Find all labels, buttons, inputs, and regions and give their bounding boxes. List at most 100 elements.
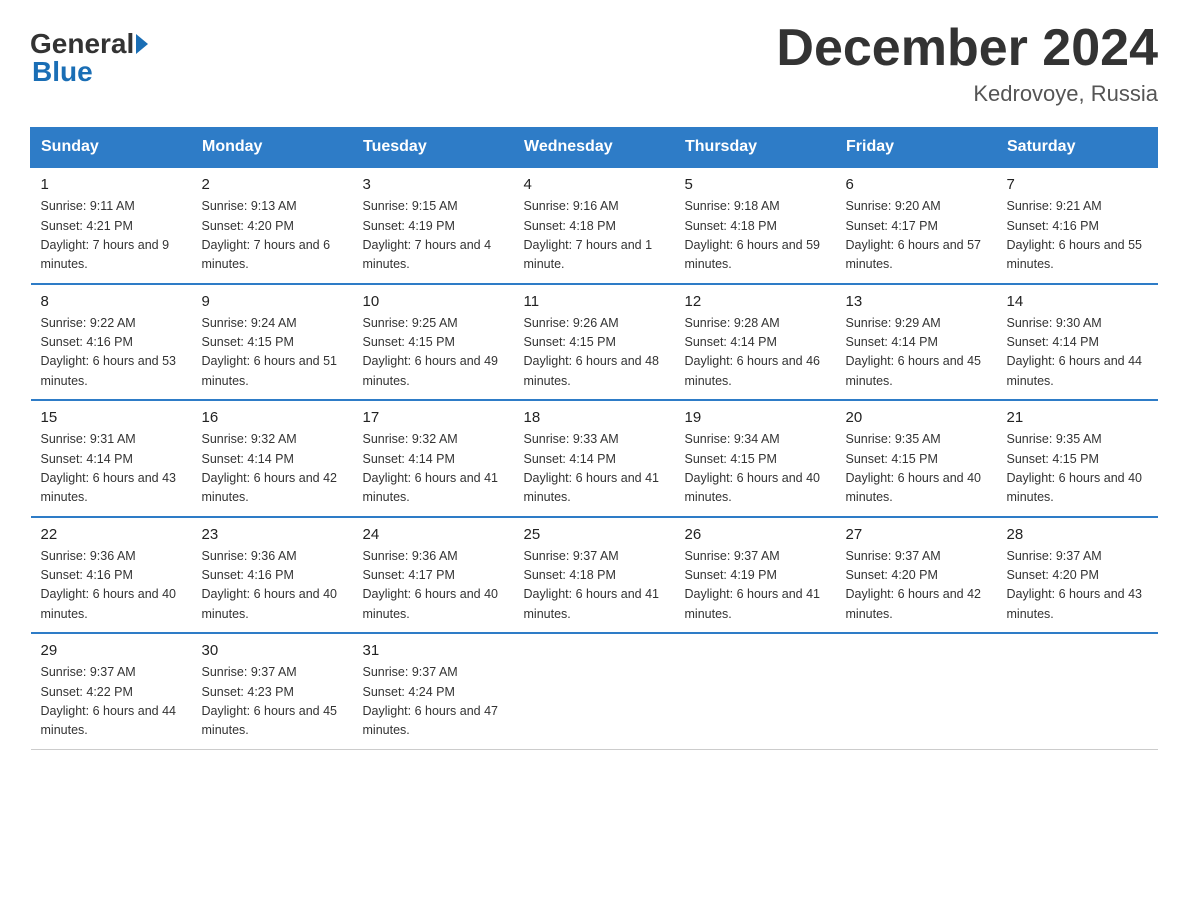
col-header-saturday: Saturday [997,128,1158,168]
day-info: Sunrise: 9:18 AMSunset: 4:18 PMDaylight:… [685,197,826,275]
day-number: 12 [685,293,826,310]
calendar-cell: 22 Sunrise: 9:36 AMSunset: 4:16 PMDayligh… [31,517,192,634]
day-info: Sunrise: 9:37 AMSunset: 4:20 PMDaylight:… [1007,547,1148,625]
day-number: 10 [363,293,504,310]
day-info: Sunrise: 9:15 AMSunset: 4:19 PMDaylight:… [363,197,504,275]
day-info: Sunrise: 9:32 AMSunset: 4:14 PMDaylight:… [363,430,504,508]
day-number: 25 [524,526,665,543]
calendar-cell: 14Sunrise: 9:30 AMSunset: 4:14 PMDayligh… [997,284,1158,401]
calendar-table: SundayMondayTuesdayWednesdayThursdayFrid… [30,127,1158,750]
calendar-cell: 31Sunrise: 9:37 AMSunset: 4:24 PMDayligh… [353,633,514,749]
calendar-cell: 12 Sunrise: 9:28 AMSunset: 4:14 PMDayligh… [675,284,836,401]
calendar-cell: 21 Sunrise: 9:35 AMSunset: 4:15 PMDayligh… [997,400,1158,517]
day-number: 8 [41,293,182,310]
day-number: 31 [363,642,504,659]
day-info: Sunrise: 9:35 AMSunset: 4:15 PMDaylight:… [1007,430,1148,508]
week-row-3: 15 Sunrise: 9:31 AMSunset: 4:14 PMDayligh… [31,400,1158,517]
calendar-cell: 10 Sunrise: 9:25 AMSunset: 4:15 PMDayligh… [353,284,514,401]
logo-arrow-icon [136,34,148,54]
day-info: Sunrise: 9:32 AMSunset: 4:14 PMDaylight:… [202,430,343,508]
day-number: 28 [1007,526,1148,543]
day-info: Sunrise: 9:37 AMSunset: 4:18 PMDaylight:… [524,547,665,625]
calendar-cell: 7 Sunrise: 9:21 AMSunset: 4:16 PMDaylight… [997,167,1158,284]
day-info: Sunrise: 9:21 AMSunset: 4:16 PMDaylight:… [1007,197,1148,275]
header: General Blue December 2024 Kedrovoye, Ru… [30,20,1158,107]
calendar-cell: 25 Sunrise: 9:37 AMSunset: 4:18 PMDayligh… [514,517,675,634]
calendar-cell: 2 Sunrise: 9:13 AMSunset: 4:20 PMDaylight… [192,167,353,284]
calendar-cell: 20 Sunrise: 9:35 AMSunset: 4:15 PMDayligh… [836,400,997,517]
calendar-cell: 30 Sunrise: 9:37 AMSunset: 4:23 PMDayligh… [192,633,353,749]
day-number: 29 [41,642,182,659]
calendar-cell: 26Sunrise: 9:37 AMSunset: 4:19 PMDayligh… [675,517,836,634]
title-area: December 2024 Kedrovoye, Russia [776,20,1158,107]
day-number: 16 [202,409,343,426]
calendar-cell: 13 Sunrise: 9:29 AMSunset: 4:14 PMDayligh… [836,284,997,401]
day-number: 17 [363,409,504,426]
day-info: Sunrise: 9:34 AMSunset: 4:15 PMDaylight:… [685,430,826,508]
week-row-5: 29 Sunrise: 9:37 AMSunset: 4:22 PMDayligh… [31,633,1158,749]
calendar-cell: 24Sunrise: 9:36 AMSunset: 4:17 PMDayligh… [353,517,514,634]
day-info: Sunrise: 9:13 AMSunset: 4:20 PMDaylight:… [202,197,343,275]
calendar-cell: 27Sunrise: 9:37 AMSunset: 4:20 PMDayligh… [836,517,997,634]
day-info: Sunrise: 9:25 AMSunset: 4:15 PMDaylight:… [363,314,504,392]
col-header-tuesday: Tuesday [353,128,514,168]
day-number: 4 [524,176,665,193]
day-number: 15 [41,409,182,426]
day-info: Sunrise: 9:29 AMSunset: 4:14 PMDaylight:… [846,314,987,392]
day-info: Sunrise: 9:37 AMSunset: 4:22 PMDaylight:… [41,663,182,741]
logo-general: General [30,30,134,58]
day-info: Sunrise: 9:11 AMSunset: 4:21 PMDaylight:… [41,197,182,275]
day-info: Sunrise: 9:33 AMSunset: 4:14 PMDaylight:… [524,430,665,508]
day-info: Sunrise: 9:22 AMSunset: 4:16 PMDaylight:… [41,314,182,392]
col-header-sunday: Sunday [31,128,192,168]
page-title: December 2024 [776,20,1158,77]
day-number: 5 [685,176,826,193]
day-info: Sunrise: 9:35 AMSunset: 4:15 PMDaylight:… [846,430,987,508]
day-info: Sunrise: 9:36 AMSunset: 4:17 PMDaylight:… [363,547,504,625]
day-number: 9 [202,293,343,310]
day-number: 26 [685,526,826,543]
day-number: 30 [202,642,343,659]
day-info: Sunrise: 9:36 AMSunset: 4:16 PMDaylight:… [41,547,182,625]
calendar-cell: 17 Sunrise: 9:32 AMSunset: 4:14 PMDayligh… [353,400,514,517]
calendar-header-row: SundayMondayTuesdayWednesdayThursdayFrid… [31,128,1158,168]
day-number: 19 [685,409,826,426]
day-number: 13 [846,293,987,310]
day-number: 22 [41,526,182,543]
week-row-1: 1 Sunrise: 9:11 AMSunset: 4:21 PMDaylight… [31,167,1158,284]
day-info: Sunrise: 9:20 AMSunset: 4:17 PMDaylight:… [846,197,987,275]
calendar-cell: 6Sunrise: 9:20 AMSunset: 4:17 PMDaylight… [836,167,997,284]
calendar-cell [997,633,1158,749]
day-number: 3 [363,176,504,193]
day-number: 2 [202,176,343,193]
day-number: 21 [1007,409,1148,426]
location-subtitle: Kedrovoye, Russia [776,81,1158,107]
day-number: 11 [524,293,665,310]
calendar-cell: 4 Sunrise: 9:16 AMSunset: 4:18 PMDaylight… [514,167,675,284]
calendar-cell: 16 Sunrise: 9:32 AMSunset: 4:14 PMDayligh… [192,400,353,517]
calendar-cell: 15 Sunrise: 9:31 AMSunset: 4:14 PMDayligh… [31,400,192,517]
week-row-4: 22 Sunrise: 9:36 AMSunset: 4:16 PMDayligh… [31,517,1158,634]
calendar-cell [675,633,836,749]
day-number: 1 [41,176,182,193]
calendar-cell: 9 Sunrise: 9:24 AMSunset: 4:15 PMDaylight… [192,284,353,401]
day-info: Sunrise: 9:16 AMSunset: 4:18 PMDaylight:… [524,197,665,275]
day-number: 18 [524,409,665,426]
calendar-cell [514,633,675,749]
col-header-friday: Friday [836,128,997,168]
calendar-cell [836,633,997,749]
day-number: 7 [1007,176,1148,193]
col-header-thursday: Thursday [675,128,836,168]
day-info: Sunrise: 9:26 AMSunset: 4:15 PMDaylight:… [524,314,665,392]
day-number: 23 [202,526,343,543]
calendar-cell: 29 Sunrise: 9:37 AMSunset: 4:22 PMDayligh… [31,633,192,749]
day-number: 20 [846,409,987,426]
day-info: Sunrise: 9:31 AMSunset: 4:14 PMDaylight:… [41,430,182,508]
day-info: Sunrise: 9:24 AMSunset: 4:15 PMDaylight:… [202,314,343,392]
day-info: Sunrise: 9:28 AMSunset: 4:14 PMDaylight:… [685,314,826,392]
logo: General Blue [30,30,148,86]
calendar-cell: 8 Sunrise: 9:22 AMSunset: 4:16 PMDaylight… [31,284,192,401]
day-info: Sunrise: 9:37 AMSunset: 4:20 PMDaylight:… [846,547,987,625]
day-number: 14 [1007,293,1148,310]
day-info: Sunrise: 9:37 AMSunset: 4:23 PMDaylight:… [202,663,343,741]
